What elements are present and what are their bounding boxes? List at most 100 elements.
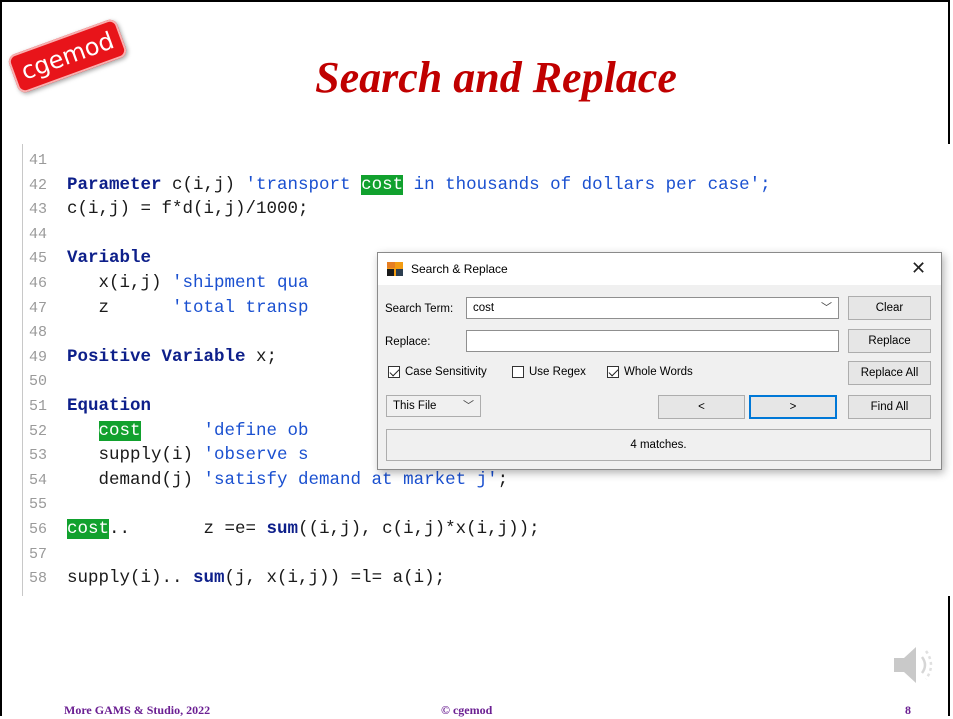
code-token: z — [67, 297, 173, 318]
gams-studio-icon — [387, 262, 403, 276]
code-token: 'define ob — [203, 420, 309, 441]
code-line[interactable]: 53 supply(i) 'observe s — [23, 443, 309, 467]
line-number: 53 — [29, 447, 48, 465]
dialog-title: Search & Replace — [411, 262, 508, 276]
use-regex-box — [512, 366, 524, 378]
line-number: 56 — [29, 521, 48, 538]
line-number: 46 — [29, 275, 48, 292]
code-token: Positive Variable — [67, 346, 246, 367]
code-line[interactable]: 54 demand(j) 'satisfy demand at market j… — [23, 468, 508, 492]
line-number: 50 — [29, 373, 48, 391]
line-number: 57 — [29, 545, 48, 563]
replace-button[interactable]: Replace — [848, 329, 931, 353]
previous-match-button[interactable]: < — [658, 395, 745, 419]
code-line[interactable]: 58 supply(i).. sum(j, x(i,j)) =l= a(i); — [23, 566, 445, 590]
line-number: 51 — [29, 398, 48, 415]
code-line[interactable]: 47 z 'total transp — [23, 296, 309, 320]
code-token: 'shipment qua — [172, 273, 309, 293]
line-number: 45 — [29, 250, 48, 268]
page-number: 8 — [905, 703, 911, 717]
line-number: 48 — [29, 324, 48, 342]
case-sensitivity-label: Case Sensitivity — [405, 366, 487, 378]
slide-title: Search and Replace — [315, 53, 677, 102]
code-line[interactable]: 51 Equation — [23, 394, 151, 418]
scope-dropdown[interactable]: This File ﹀ — [386, 395, 481, 417]
code-token: ((i,j), c(i,j)*x(i,j)); — [298, 519, 540, 539]
chevron-down-icon: ﹀ — [821, 302, 832, 314]
code-token: ; — [497, 469, 509, 490]
code-line[interactable]: 41 — [23, 148, 67, 172]
code-line[interactable]: 49 Positive Variable x; — [23, 345, 277, 369]
footer-copyright: © cgemod — [441, 703, 493, 717]
close-icon[interactable]: ✕ — [911, 258, 926, 279]
next-match-button[interactable]: > — [749, 395, 837, 419]
code-token: 'observe s — [203, 445, 309, 466]
code-token: in thousands of dollars per case'; — [403, 174, 771, 195]
code-token: 'transport — [245, 174, 362, 195]
code-token: demand(j) — [67, 469, 204, 490]
code-token: sum — [266, 519, 299, 539]
chevron-down-icon: ﹀ — [463, 400, 474, 412]
whole-words-checkbox[interactable]: Whole Words — [607, 366, 693, 378]
line-number: 42 — [29, 176, 48, 194]
code-token: 'satisfy demand at market j' — [203, 469, 498, 490]
clear-button[interactable]: Clear — [848, 296, 931, 320]
replace-input[interactable] — [466, 330, 839, 352]
replace-label: Replace: — [385, 336, 431, 348]
find-all-button[interactable]: Find All — [848, 395, 931, 419]
line-number: 43 — [29, 201, 48, 219]
line-number: 55 — [29, 496, 48, 514]
line-number: 54 — [29, 471, 48, 489]
code-line[interactable]: 57 — [23, 542, 67, 566]
line-number: 49 — [29, 348, 48, 366]
code-token: c(i,j) — [161, 174, 246, 195]
replace-all-button[interactable]: Replace All — [848, 361, 931, 385]
code-line[interactable]: 48 — [23, 320, 67, 344]
line-number: 52 — [29, 422, 48, 440]
search-match-highlight: cost — [361, 174, 404, 195]
search-replace-dialog: Search & Replace ✕ Search Term: cost ﹀ C… — [377, 252, 942, 470]
search-term-dropdown[interactable]: cost ﹀ — [466, 297, 839, 319]
code-line[interactable]: 44 — [23, 222, 67, 246]
code-line[interactable]: 46 x(i,j) 'shipment qua — [23, 271, 309, 295]
code-line[interactable]: 52 cost 'define ob — [23, 419, 309, 443]
code-line[interactable]: 43 c(i,j) = f*d(i,j)/1000; — [23, 197, 309, 221]
match-status: 4 matches. — [386, 429, 931, 461]
whole-words-label: Whole Words — [624, 366, 693, 378]
whole-words-box — [607, 366, 619, 378]
code-token: Parameter — [67, 174, 162, 195]
code-token: sum — [193, 568, 225, 589]
speaker-icon[interactable] — [888, 640, 938, 690]
code-token: x; — [245, 346, 278, 367]
line-number: 41 — [29, 152, 48, 169]
dialog-titlebar: Search & Replace ✕ — [378, 253, 941, 285]
code-line[interactable]: 45 Variable — [23, 246, 151, 270]
code-token: c(i,j) = f*d(i,j)/1000; — [67, 199, 309, 220]
search-match-highlight: cost — [67, 519, 110, 539]
code-line[interactable]: 50 — [23, 369, 67, 393]
search-match-highlight: cost — [98, 420, 141, 441]
code-line[interactable]: 55 — [23, 492, 67, 516]
code-token: (j, x(i,j)) =l= a(i); — [224, 568, 446, 589]
case-sensitivity-checkbox[interactable]: Case Sensitivity — [388, 366, 487, 378]
code-token: .. z =e= — [109, 519, 267, 539]
code-token: x(i,j) — [67, 273, 173, 293]
search-term-label: Search Term: — [385, 303, 454, 315]
code-token: supply(i) — [67, 445, 204, 466]
use-regex-checkbox[interactable]: Use Regex — [512, 366, 586, 378]
footer-course: More GAMS & Studio, 2022 — [64, 703, 211, 717]
code-line[interactable]: 56 cost.. z =e= sum((i,j), c(i,j)*x(i,j))… — [23, 517, 540, 541]
search-term-value: cost — [473, 302, 495, 314]
line-number: 47 — [29, 299, 48, 317]
case-sensitivity-box — [388, 366, 400, 378]
code-token: Equation — [67, 396, 152, 416]
scope-value: This File — [393, 400, 437, 412]
line-number: 44 — [29, 225, 48, 243]
code-token: Variable — [67, 248, 152, 269]
code-token: supply(i).. — [67, 568, 194, 589]
code-token: 'total transp — [172, 297, 309, 318]
line-number: 58 — [29, 570, 48, 588]
code-line[interactable]: 42 Parameter c(i,j) 'transport cost in th… — [23, 173, 771, 197]
